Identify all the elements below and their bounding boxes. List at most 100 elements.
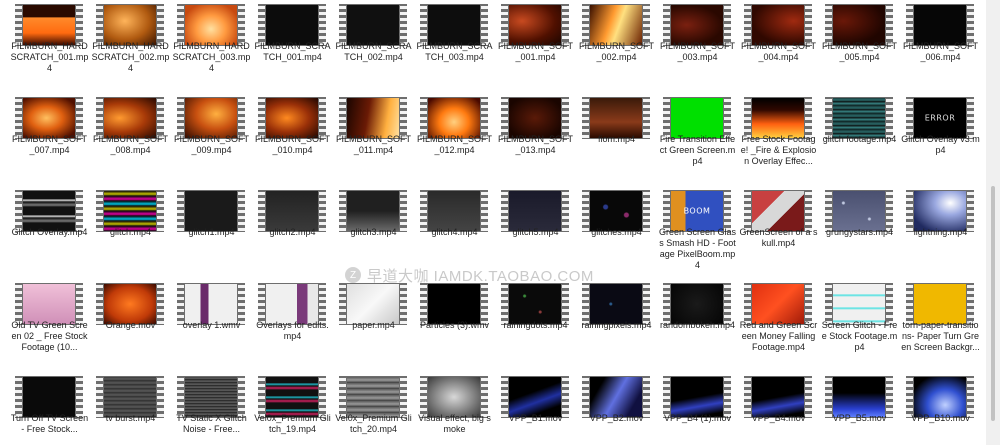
- file-item[interactable]: VPP_B1.mov: [496, 372, 577, 445]
- thumbnail-frame: [185, 5, 237, 45]
- film-strip-icon: [481, 376, 488, 418]
- video-file-thumbnail: [501, 4, 569, 46]
- file-item[interactable]: VPP_B4.mov: [739, 372, 820, 445]
- file-item[interactable]: GreenScreen of a skull.mp4: [739, 186, 820, 279]
- file-item[interactable]: lightning.mp4: [901, 186, 982, 279]
- file-item[interactable]: glitch5.mp4: [496, 186, 577, 279]
- file-item[interactable]: FILMBURN_SOFT_006.mp4: [901, 0, 982, 93]
- film-strip-icon: [967, 283, 974, 325]
- file-item[interactable]: Old TV Green Screen 02 _ Free Stock Foot…: [10, 279, 91, 372]
- film-strip-icon: [319, 4, 326, 46]
- file-item[interactable]: glitch4.mp4: [415, 186, 496, 279]
- file-item[interactable]: overlay 1.wmv: [172, 279, 253, 372]
- file-item[interactable]: FILMBURN_SOFT_011.mp4: [334, 93, 415, 186]
- film-strip-icon: [744, 283, 751, 325]
- file-item[interactable]: tv burst.mp4: [91, 372, 172, 445]
- file-name: glitches.mp4: [591, 227, 642, 237]
- film-strip-icon: [177, 4, 184, 46]
- file-item[interactable]: FILMBURN_SOFT_009.mp4: [172, 93, 253, 186]
- film-strip-icon: [319, 376, 326, 418]
- thumbnail-frame: [23, 5, 75, 45]
- file-item[interactable]: FILMBURN_SOFT_007.mp4: [10, 93, 91, 186]
- video-file-thumbnail: ERROR: [906, 97, 974, 139]
- file-item[interactable]: FILMBURN_HARDSCRATCH_002.mp4: [91, 0, 172, 93]
- file-item[interactable]: TV Static X Glitch Noise - Free...: [172, 372, 253, 445]
- scrollbar-thumb[interactable]: [991, 186, 995, 421]
- file-item[interactable]: paper.mp4: [334, 279, 415, 372]
- file-item[interactable]: FILMBURN_SOFT_012.mp4: [415, 93, 496, 186]
- file-item[interactable]: Screen Glitch - Free Stock Footage.mp4: [820, 279, 901, 372]
- file-name: glitch4.mp4: [431, 227, 478, 237]
- vertical-scrollbar[interactable]: [986, 0, 1000, 445]
- file-item[interactable]: randombokeh.mp4: [658, 279, 739, 372]
- thumbnail-frame: [347, 5, 399, 45]
- thumbnail-frame: [590, 98, 642, 138]
- file-item[interactable]: ERROR Glitch Overlay v3.mp4: [901, 93, 982, 186]
- file-item[interactable]: FILMBURN_SOFT_008.mp4: [91, 93, 172, 186]
- file-item[interactable]: Turn Off TV Screen - Free Stock...: [10, 372, 91, 445]
- file-item[interactable]: FILMBURN_SOFT_004.mp4: [739, 0, 820, 93]
- file-item[interactable]: Vel0x_Premium Glitch_19.mp4: [253, 372, 334, 445]
- film-strip-icon: [15, 376, 22, 418]
- file-item[interactable]: Glitch Overlay.mp4: [10, 186, 91, 279]
- file-item[interactable]: FILMBURN_SOFT_005.mp4: [820, 0, 901, 93]
- file-name: overlay 1.wmv: [182, 320, 241, 330]
- film-strip-icon: [339, 97, 346, 139]
- video-file-thumbnail: [15, 283, 83, 325]
- file-item[interactable]: glitch.mp4: [91, 186, 172, 279]
- thumbnail-frame: [671, 98, 723, 138]
- file-item[interactable]: grungystars.mp4: [820, 186, 901, 279]
- file-name: FILMBURN_SOFT_002.mp4: [578, 41, 654, 62]
- file-item[interactable]: Fire Transition Effect Green Screen.mp4: [658, 93, 739, 186]
- file-item[interactable]: FILMBURN_SOFT_001.mp4: [496, 0, 577, 93]
- file-name: glitch5.mp4: [512, 227, 559, 237]
- film-strip-icon: [238, 190, 245, 232]
- file-item[interactable]: glitch footage.mp4: [820, 93, 901, 186]
- film-strip-icon: [96, 4, 103, 46]
- file-item[interactable]: BOOM Green Screen Glass Smash HD - Footag…: [658, 186, 739, 279]
- file-item[interactable]: rainingdots.mp4: [496, 279, 577, 372]
- film-strip-icon: [501, 97, 508, 139]
- file-item[interactable]: glitch3.mp4: [334, 186, 415, 279]
- file-item[interactable]: Vel0x_Premium Glitch_20.mp4: [334, 372, 415, 445]
- file-item[interactable]: glitch2.mp4: [253, 186, 334, 279]
- film-strip-icon: [15, 283, 22, 325]
- file-item[interactable]: fiom.mp4: [577, 93, 658, 186]
- film-strip-icon: [643, 190, 650, 232]
- film-strip-icon: [319, 190, 326, 232]
- file-item[interactable]: Red and Green Screen Money Falling Foota…: [739, 279, 820, 372]
- file-item[interactable]: FILMBURN_SOFT_003.mp4: [658, 0, 739, 93]
- file-item[interactable]: Particles (3).wmv: [415, 279, 496, 372]
- video-file-thumbnail: [339, 283, 407, 325]
- file-item[interactable]: FILMBURN_HARDSCRATCH_003.mp4: [172, 0, 253, 93]
- file-name: FILMBURN_SOFT_005.mp4: [821, 41, 897, 62]
- file-item[interactable]: glitches.mp4: [577, 186, 658, 279]
- file-item[interactable]: torn-paper-transitions- Paper Turn Green…: [901, 279, 982, 372]
- file-item[interactable]: FILMBURN_SCRATCH_003.mp4: [415, 0, 496, 93]
- file-item[interactable]: FILMBURN_SOFT_002.mp4: [577, 0, 658, 93]
- file-item[interactable]: FILMBURN_SOFT_010.mp4: [253, 93, 334, 186]
- file-item[interactable]: VPP_B4 (1).mov: [658, 372, 739, 445]
- film-strip-icon: [339, 4, 346, 46]
- file-item[interactable]: Overlays for edits.mp4: [253, 279, 334, 372]
- file-item[interactable]: Visual effect, big smoke: [415, 372, 496, 445]
- file-name: glitch.mp4: [109, 227, 152, 237]
- file-item[interactable]: Free Stock Footage! _Fire & Explosion Ov…: [739, 93, 820, 186]
- file-name: Old TV Green Screen 02 _ Free Stock Foot…: [11, 320, 88, 352]
- video-file-thumbnail: [420, 190, 488, 232]
- file-item[interactable]: rainingpixels.mp4: [577, 279, 658, 372]
- thumbnail-frame: [833, 98, 885, 138]
- file-item[interactable]: FILMBURN_SOFT_013.mp4: [496, 93, 577, 186]
- file-item[interactable]: FILMBURN_SCRATCH_001.mp4: [253, 0, 334, 93]
- film-strip-icon: [501, 190, 508, 232]
- file-item[interactable]: VPP_B10.mov: [901, 372, 982, 445]
- file-name: VPP_B2.mov: [589, 413, 644, 423]
- thumbnail-frame: [347, 377, 399, 417]
- file-item[interactable]: VPP_B5.mov: [820, 372, 901, 445]
- file-item[interactable]: Orange.mov: [91, 279, 172, 372]
- file-item[interactable]: VPP_B2.mov: [577, 372, 658, 445]
- file-item[interactable]: FILMBURN_HARDSCRATCH_001.mp4: [10, 0, 91, 93]
- film-strip-icon: [643, 4, 650, 46]
- file-item[interactable]: glitch1.mp4: [172, 186, 253, 279]
- file-item[interactable]: FILMBURN_SCRATCH_002.mp4: [334, 0, 415, 93]
